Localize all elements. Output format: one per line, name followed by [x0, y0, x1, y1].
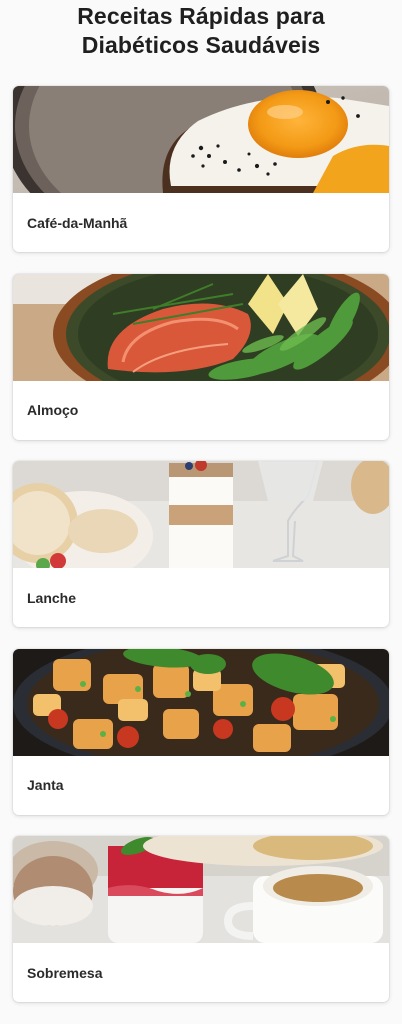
fried-egg-toast-photo	[13, 86, 389, 193]
page-title: Receitas Rápidas para Diabéticos Saudáve…	[0, 0, 402, 70]
category-card-cafe-da-manha[interactable]: Café-da-Manhã	[13, 86, 389, 252]
yogurt-parfait-photo	[13, 461, 389, 568]
category-card-sobremesa[interactable]: Sobremesa	[13, 836, 389, 1002]
page-title-line-2: Diabéticos Saudáveis	[81, 32, 321, 58]
category-list: Café-da-Manhã Almoço Lanche Janta Sobrem…	[13, 86, 389, 1024]
chicken-vegetable-pan-photo	[13, 648, 389, 756]
page-title-line-1: Receitas Rápidas para	[77, 3, 325, 29]
category-label: Janta	[27, 777, 64, 793]
category-card-lanche[interactable]: Lanche	[13, 461, 389, 627]
category-card-almoco[interactable]: Almoço	[13, 273, 389, 440]
berry-dessert-cups-photo	[13, 836, 389, 943]
category-label: Café-da-Manhã	[27, 214, 128, 231]
page: Receitas Rápidas para Diabéticos Saudáve…	[0, 0, 402, 1024]
salmon-greens-bowl-photo	[13, 273, 389, 381]
category-label: Lanche	[27, 589, 77, 606]
category-label: Sobremesa	[27, 964, 103, 981]
category-card-janta[interactable]: Janta	[13, 648, 389, 815]
category-label: Almoço	[27, 402, 79, 418]
